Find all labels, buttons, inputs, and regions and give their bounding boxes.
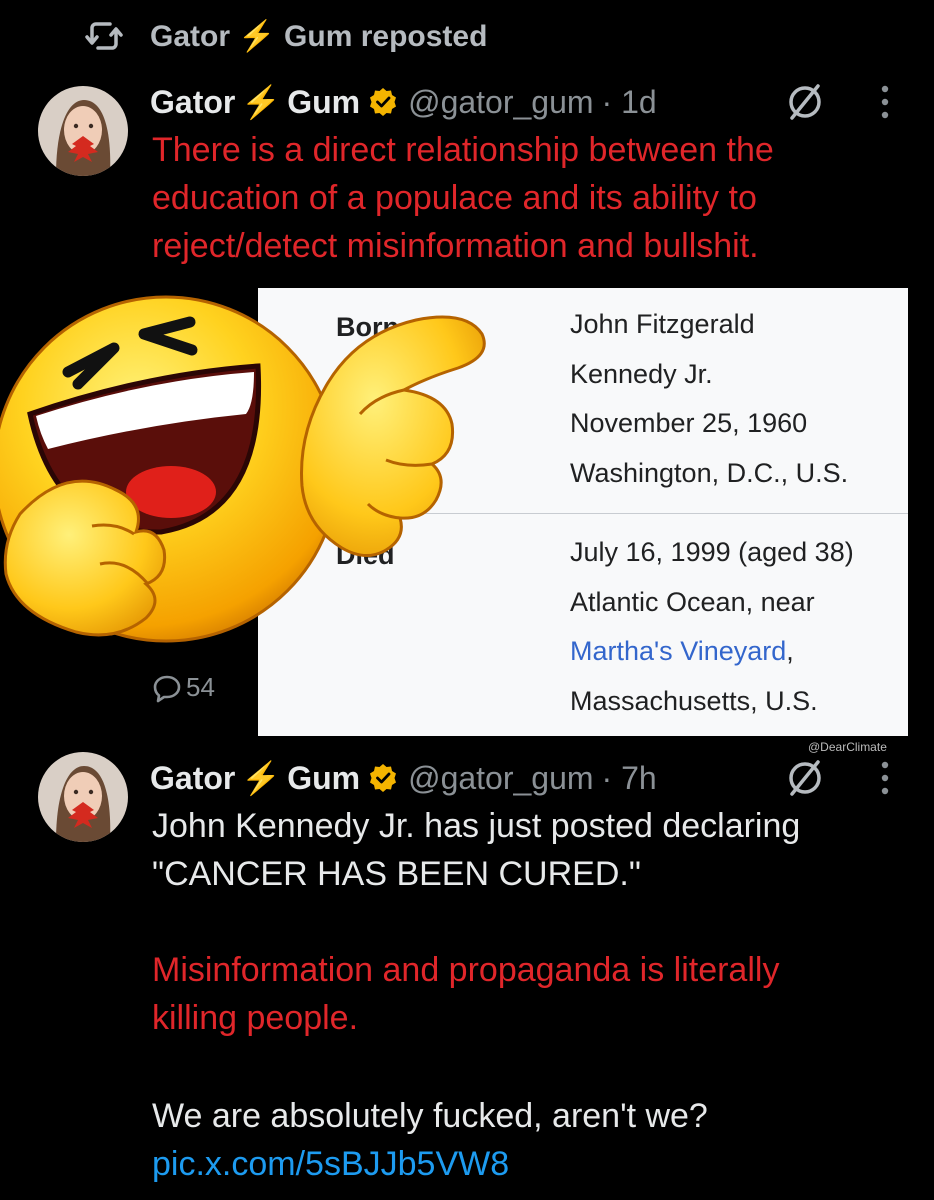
reply-bubble-icon [153, 675, 181, 702]
tweet-header: Gator ⚡ Gum @gator_gum · 1d [150, 80, 657, 124]
bolt-icon: ⚡ [241, 84, 282, 120]
died-value: July 16, 1999 (aged 38) Atlantic Ocean, … [570, 528, 854, 726]
born-line: John Fitzgerald [570, 309, 755, 339]
born-line: Kennedy Jr. [570, 358, 713, 389]
tweet-text: There is a direct relationship between t… [152, 131, 774, 265]
avatar-photo [38, 752, 128, 842]
laughing-pointing-emoji-icon [0, 295, 486, 643]
tweet-header: Gator ⚡ Gum @gator_gum · 7h [150, 756, 657, 800]
handle[interactable]: @gator_gum [408, 760, 593, 797]
born-line: November 25, 1960 [570, 408, 808, 438]
tweet-line: John Kennedy Jr. has just posted declari… [152, 807, 801, 845]
watermark: @DearClimate [808, 740, 887, 754]
timestamp[interactable]: · 1d [602, 84, 657, 121]
reply-button[interactable]: 54 [152, 672, 215, 703]
tweet-text-red: Misinformation and propaganda is literal… [152, 951, 780, 1037]
tweet-text-closing: We are absolutely fucked, aren't we? [152, 1097, 708, 1135]
repost-icon [85, 22, 123, 50]
avatar[interactable] [38, 752, 128, 842]
media-link[interactable]: pic.x.com/5sBJJb5VW8 [152, 1140, 892, 1188]
born-value: John Fitzgerald Kennedy Jr. November 25,… [570, 300, 848, 498]
slash-circle-icon[interactable] [785, 82, 825, 122]
handle[interactable]: @gator_gum [408, 84, 593, 121]
display-name-last[interactable]: Gum [287, 760, 360, 797]
repost-header[interactable]: Gator ⚡ Gum reposted [84, 16, 487, 56]
bolt-icon: ⚡ [241, 760, 282, 796]
died-line: Atlantic Ocean, near [570, 586, 815, 617]
tweet-text: John Kennedy Jr. has just posted declari… [152, 802, 892, 898]
more-vertical-icon[interactable] [880, 760, 890, 796]
died-line: Massachusetts, U.S. [570, 685, 818, 716]
display-name-last[interactable]: Gum [287, 84, 360, 121]
died-line: July 16, 1999 (aged 38) [570, 537, 854, 567]
verified-badge-icon [370, 88, 397, 116]
marthas-vineyard-link[interactable]: Martha's Vineyard [570, 636, 786, 666]
reply-count: 54 [186, 672, 215, 702]
tweet-line: "CANCER HAS BEEN CURED." [152, 855, 641, 893]
display-name-first[interactable]: Gator [150, 84, 235, 121]
more-vertical-icon[interactable] [880, 84, 890, 120]
slash-circle-icon[interactable] [785, 758, 825, 798]
avatar[interactable] [38, 86, 128, 176]
verified-badge-icon [370, 764, 397, 792]
repost-label: Gator ⚡ Gum reposted [150, 19, 488, 53]
born-line: Washington, D.C., U.S. [570, 457, 849, 488]
died-link-suffix: , [786, 636, 794, 666]
display-name-first[interactable]: Gator [150, 760, 235, 797]
timestamp[interactable]: · 7h [602, 760, 657, 797]
avatar-photo [38, 86, 128, 176]
